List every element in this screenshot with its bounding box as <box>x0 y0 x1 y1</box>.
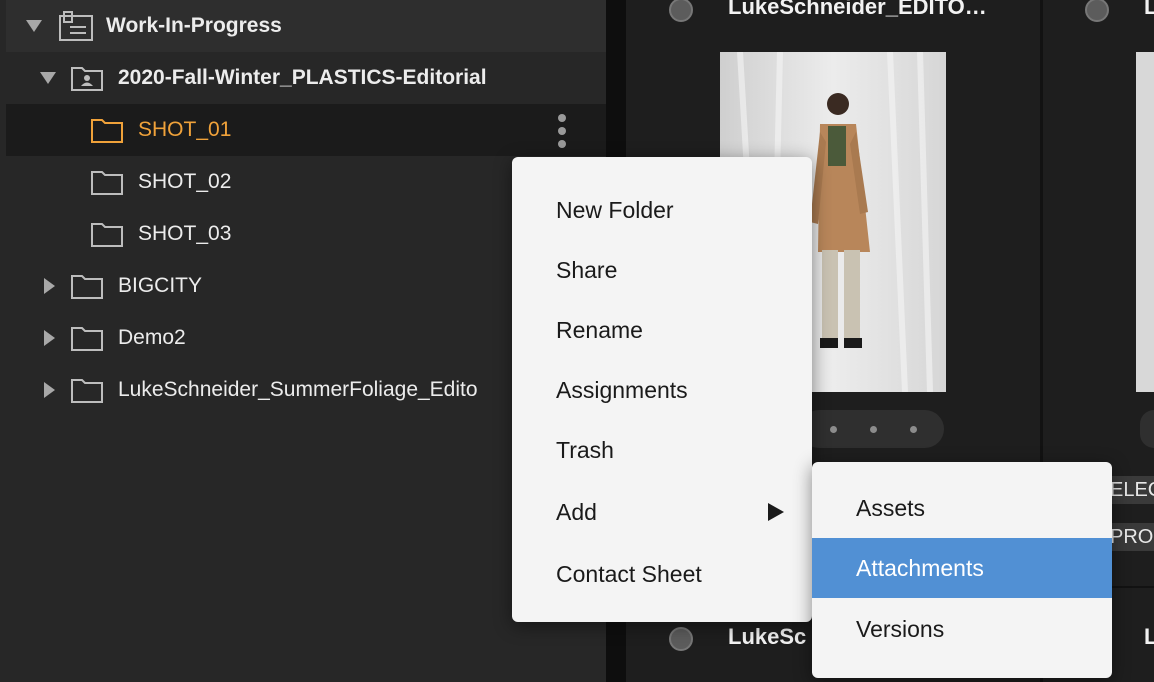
select-radio[interactable] <box>669 627 693 651</box>
menu-item-label: New Folder <box>556 196 674 223</box>
asset-card-title: LukeSchneider_EDITO… <box>728 0 987 19</box>
tree-root-work-in-progress[interactable]: Work-In-Progress <box>6 0 606 52</box>
context-menu: New Folder Share Rename Assignments Tras… <box>512 157 812 622</box>
asset-thumbnail[interactable] <box>1136 52 1154 392</box>
submenu-item-assets[interactable]: Assets <box>812 478 1112 538</box>
workspace-icon <box>59 11 93 41</box>
asset-card-title: L <box>1144 0 1154 19</box>
shared-folder-icon <box>71 67 103 91</box>
menu-item-add[interactable]: Add <box>512 482 812 542</box>
submenu-item-attachments[interactable]: Attachments <box>812 538 1112 598</box>
menu-item-label: Rename <box>556 316 643 343</box>
menu-item-label: Add <box>556 498 597 525</box>
tree-root-label: Work-In-Progress <box>106 14 282 37</box>
folder-icon <box>91 119 123 143</box>
expand-caret-icon[interactable] <box>44 330 55 346</box>
menu-item-label: Share <box>556 256 618 283</box>
folder-icon <box>91 223 123 247</box>
menu-item-trash[interactable]: Trash <box>512 420 812 480</box>
tree-item-label: LukeSchneider_SummerFoliage_Edito <box>118 378 478 401</box>
menu-item-label: Assets <box>856 494 926 521</box>
menu-item-new-folder[interactable]: New Folder <box>512 180 812 240</box>
menu-item-label: Assignments <box>556 376 688 403</box>
folder-icon <box>71 379 103 403</box>
tree-project-label: 2020-Fall-Winter_PLASTICS-Editorial <box>118 66 487 89</box>
more-options-icon[interactable] <box>558 114 566 148</box>
folder-icon <box>91 171 123 195</box>
tree-item-label: SHOT_02 <box>138 170 232 193</box>
folder-icon <box>71 275 103 299</box>
folder-icon <box>71 327 103 351</box>
thumbnail-pager[interactable] <box>1140 410 1154 448</box>
submenu-item-versions[interactable]: Versions <box>812 599 1112 659</box>
menu-item-label: Attachments <box>856 554 984 581</box>
tree-item-label: SHOT_01 <box>138 118 232 141</box>
asset-card-title: L <box>1144 624 1154 649</box>
thumbnail-pager[interactable] <box>800 410 944 448</box>
expand-caret-icon[interactable] <box>44 278 55 294</box>
collapse-caret-icon[interactable] <box>26 20 42 32</box>
tree-item-label: SHOT_03 <box>138 222 232 245</box>
menu-item-label: Versions <box>856 615 945 642</box>
submenu-arrow-icon <box>768 503 784 521</box>
menu-item-assignments[interactable]: Assignments <box>512 360 812 420</box>
status-badge: PRO <box>1110 523 1154 551</box>
collapse-caret-icon[interactable] <box>40 72 56 84</box>
tree-item-shot-01[interactable]: SHOT_01 <box>6 104 606 156</box>
menu-item-contact-sheet[interactable]: Contact Sheet <box>512 544 812 604</box>
tree-project-row[interactable]: 2020-Fall-Winter_PLASTICS-Editorial <box>6 52 606 104</box>
add-submenu: Assets Attachments Versions <box>812 462 1112 678</box>
tree-item-label: BIGCITY <box>118 274 203 297</box>
tree-item-label: Demo2 <box>118 326 186 349</box>
menu-item-rename[interactable]: Rename <box>512 300 812 360</box>
asset-card-title: LukeSc <box>728 624 807 649</box>
menu-item-label: Contact Sheet <box>556 560 702 587</box>
menu-item-share[interactable]: Share <box>512 240 812 300</box>
menu-item-label: Trash <box>556 436 614 463</box>
expand-caret-icon[interactable] <box>44 382 55 398</box>
status-badge: ELEC <box>1110 476 1154 504</box>
